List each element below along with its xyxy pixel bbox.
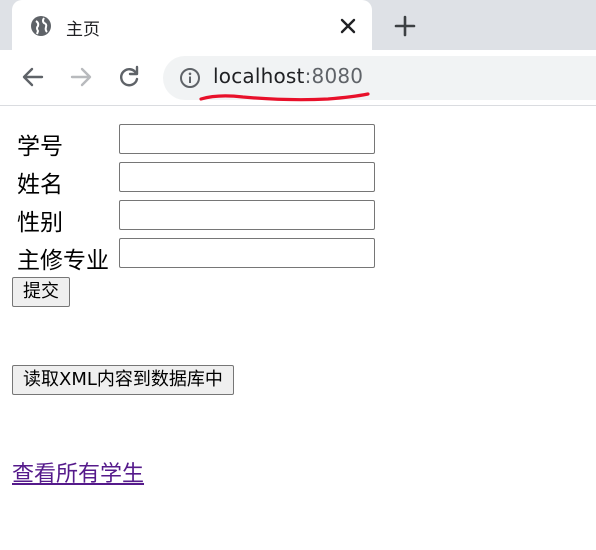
view-all-students-link[interactable]: 查看所有学生 [12, 456, 144, 488]
gender-input[interactable] [119, 200, 375, 230]
tab-strip: 主页 [0, 0, 596, 50]
back-icon[interactable] [20, 64, 46, 90]
student-id-input[interactable] [119, 124, 375, 154]
name-label: 姓名 [17, 172, 63, 198]
close-icon[interactable] [337, 15, 359, 37]
globe-icon [31, 16, 51, 36]
info-icon[interactable] [179, 67, 201, 89]
gender-label: 性别 [17, 210, 63, 236]
page-content: 学号 姓名 性别 主修专业 提交 读取XML内容到数据库中 查看所有学生 [0, 106, 596, 550]
tab-title: 主页 [66, 20, 100, 40]
submit-button[interactable]: 提交 [12, 277, 70, 307]
url-port: :8080 [304, 64, 364, 88]
major-input[interactable] [119, 238, 375, 268]
major-label: 主修专业 [17, 248, 109, 274]
new-tab-icon[interactable] [392, 13, 418, 39]
name-input[interactable] [119, 162, 375, 192]
forward-icon[interactable] [68, 64, 94, 90]
read-xml-button[interactable]: 读取XML内容到数据库中 [12, 365, 234, 395]
url-text[interactable]: localhost:8080 [213, 64, 363, 88]
student-id-label: 学号 [17, 134, 63, 160]
active-tab[interactable]: 主页 [12, 0, 372, 50]
reload-icon[interactable] [116, 64, 142, 90]
url-host: localhost [213, 64, 305, 88]
